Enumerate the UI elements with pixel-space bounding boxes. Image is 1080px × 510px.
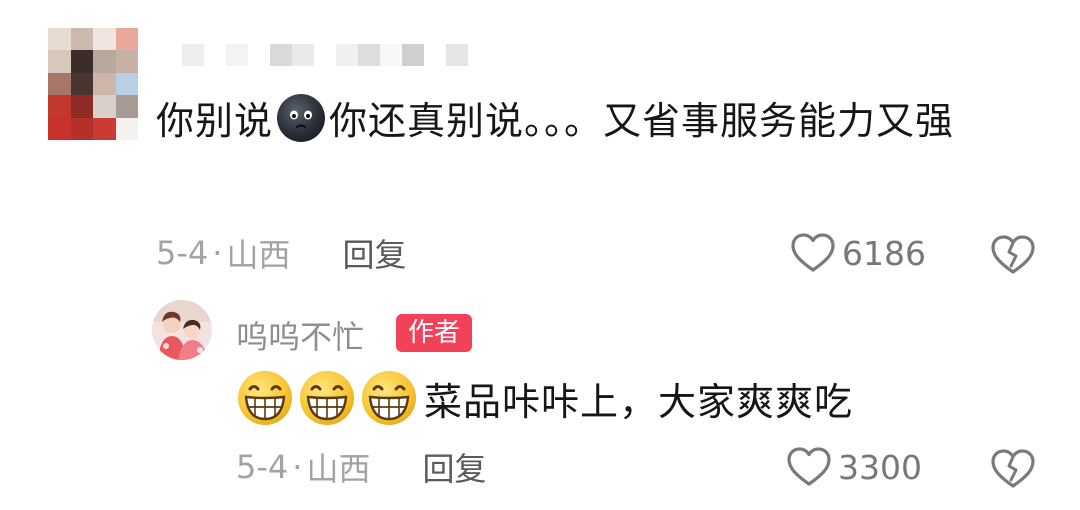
avatar-mosaic-tile: [48, 50, 71, 73]
like-button[interactable]: 6186: [790, 230, 926, 276]
heart-outline-icon: [787, 447, 831, 486]
avatar-mosaic-tile: [115, 50, 138, 73]
avatar-mosaic-tile: [93, 28, 116, 51]
avatar-mosaic-tile: [70, 72, 93, 96]
comment-text-part1: 你别说: [156, 99, 274, 143]
username-mosaic-tile: [248, 44, 270, 66]
avatar-mosaic-tile: [115, 72, 138, 96]
avatar-mosaic-tile: [70, 50, 93, 73]
commenter-username-blurred[interactable]: [182, 44, 468, 68]
avatar-mosaic-tile: [48, 95, 71, 118]
grin-emoji-icon: [362, 371, 416, 425]
comment-location: 山西: [226, 236, 291, 274]
username-mosaic-tile: [336, 44, 358, 66]
avatar-mosaic-tile: [93, 117, 116, 140]
avatar-mosaic-tile: [70, 117, 93, 140]
heart-outline-icon: [791, 233, 835, 272]
username-mosaic-tile: [226, 44, 248, 66]
author-badge: 作者: [396, 314, 473, 352]
reply-button[interactable]: 回复: [342, 230, 406, 276]
username-mosaic-tile: [446, 44, 468, 66]
avatar-mosaic-tile: [70, 95, 93, 118]
username-mosaic-tile: [204, 44, 226, 66]
username-mosaic-tile: [380, 44, 402, 66]
avatar-mosaic-tile: [115, 95, 138, 118]
comment-meta: 5-4 · 山西 回复: [156, 230, 406, 276]
avatar-mosaic-tile: [93, 72, 116, 96]
reply-text: 菜品咔咔上，大家爽爽吃: [236, 368, 853, 428]
reply-author-name[interactable]: 呜呜不忙: [236, 312, 364, 358]
like-count: 3300: [838, 447, 922, 487]
username-mosaic-tile: [358, 44, 380, 66]
comment-text-part2: 你还真别说。。。又省事服务能力又强: [329, 99, 955, 143]
username-mosaic-tile: [402, 44, 424, 66]
meta-separator: ·: [292, 448, 303, 486]
username-mosaic-tile: [314, 44, 336, 66]
reply-meta: 5-4 · 山西 回复: [236, 444, 486, 490]
reply-text-content: 菜品咔咔上，大家爽爽吃: [424, 379, 854, 424]
username-mosaic-tile: [292, 44, 314, 66]
author-avatar[interactable]: [152, 300, 212, 360]
reply-date: 5-4: [236, 448, 289, 486]
avatar-mosaic-tile: [115, 117, 138, 140]
avatar-mosaic-tile: [93, 50, 116, 73]
avatar-mosaic-tile: [48, 117, 71, 140]
reply-button[interactable]: 回复: [422, 444, 486, 490]
username-mosaic-tile: [270, 44, 292, 66]
username-mosaic-tile: [424, 44, 446, 66]
like-count: 6186: [842, 233, 926, 273]
avatar-mosaic-tile: [115, 28, 138, 51]
like-button[interactable]: 3300: [786, 444, 922, 490]
avatar-mosaic-tile: [48, 28, 71, 51]
username-mosaic-tile: [182, 44, 204, 66]
meta-separator: ·: [212, 234, 223, 272]
avatar-mosaic-tile: [70, 28, 93, 51]
avatar-mosaic-tile: [93, 95, 116, 118]
grin-emoji-icon: [238, 371, 292, 425]
commenter-avatar[interactable]: [48, 28, 138, 140]
dark-face-emoji-icon: [277, 94, 326, 142]
grin-emoji-icon: [300, 371, 354, 425]
reply-location: 山西: [306, 450, 371, 488]
comment-date: 5-4: [156, 234, 209, 272]
broken-heart-icon[interactable]: [990, 234, 1036, 276]
comment-text: 你别说 你还真别说。。。又省事服务能力又强: [156, 90, 1036, 152]
broken-heart-icon[interactable]: [990, 448, 1036, 490]
avatar-mosaic-tile: [48, 72, 71, 96]
